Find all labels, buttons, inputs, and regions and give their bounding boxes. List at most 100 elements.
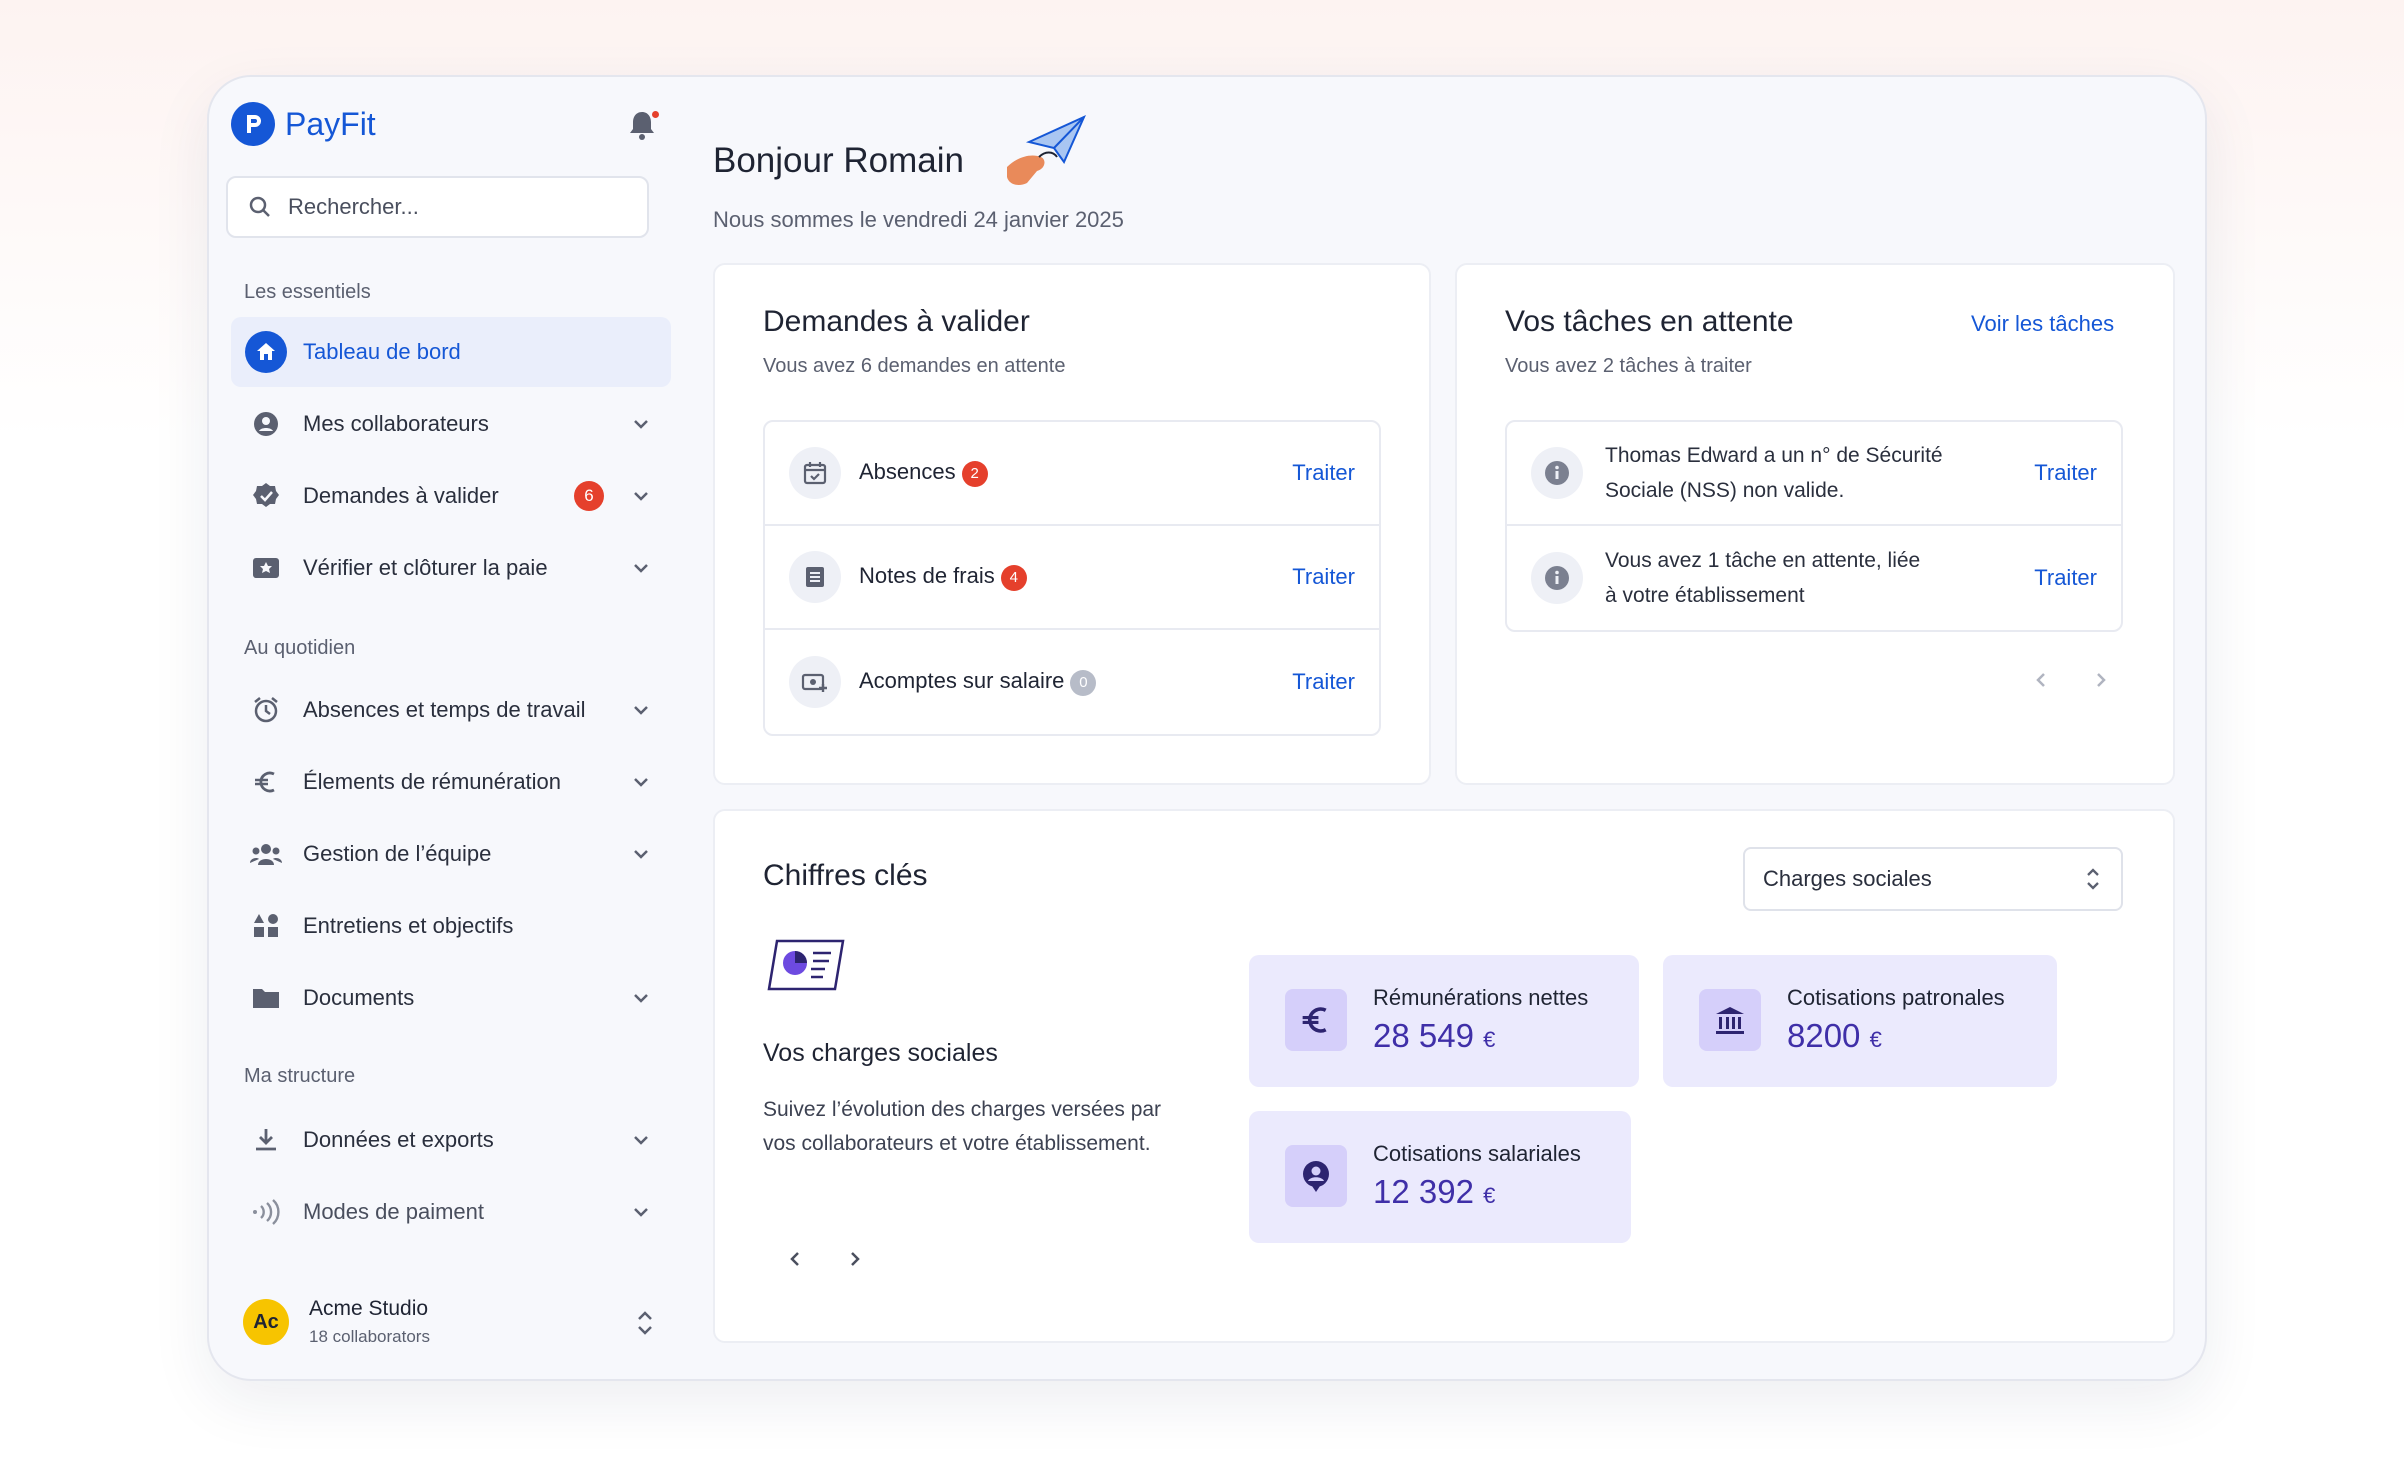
sidebar-item-remuneration[interactable]: Élements de rémunération — [231, 747, 671, 817]
chevron-up-down-icon — [2087, 868, 2099, 890]
view-tasks-link[interactable]: Voir les tâches — [1971, 311, 2114, 337]
kpi-unit: € — [1483, 1183, 1496, 1208]
chevron-down-icon — [634, 994, 648, 1003]
process-expenses-link[interactable]: Traiter — [1292, 564, 1355, 590]
bank-icon — [1699, 989, 1761, 1051]
info-icon — [1531, 447, 1583, 499]
kpi-label: Cotisations patronales — [1787, 985, 2005, 1010]
list-item: Thomas Edward a un n° de Sécurité Social… — [1507, 422, 2121, 526]
folder-icon — [245, 977, 287, 1019]
sidebar-item-exports[interactable]: Données et exports — [231, 1105, 671, 1175]
sidebar-item-label: Vérifier et clôturer la paie — [303, 555, 548, 580]
team-icon — [245, 833, 287, 875]
org-avatar: Ac — [243, 1299, 289, 1345]
tasks-pager — [2031, 670, 2111, 690]
process-advances-link[interactable]: Traiter — [1292, 669, 1355, 695]
kpi-net-remuneration: Rémunérations nettes 28 549 € — [1249, 955, 1639, 1087]
charges-pager — [785, 1249, 865, 1269]
pie-chart-card-icon — [767, 937, 847, 998]
sidebar-item-label: Entretiens et objectifs — [303, 913, 514, 938]
money-plus-icon — [789, 656, 841, 708]
chevron-down-icon — [634, 1208, 648, 1217]
process-absences-link[interactable]: Traiter — [1292, 460, 1355, 486]
kpi-unit: € — [1869, 1027, 1882, 1052]
metric-select[interactable]: Charges sociales — [1743, 847, 2123, 911]
search-box — [226, 176, 649, 238]
org-name: Acme Studio — [309, 1297, 429, 1320]
section-label-structure: Ma structure — [244, 1065, 356, 1087]
logo[interactable]: PayFit — [231, 102, 376, 146]
home-icon — [245, 331, 287, 373]
section-label-daily: Au quotidien — [244, 637, 356, 659]
sidebar-item-dashboard[interactable]: Tableau de bord — [231, 317, 671, 387]
search-input[interactable] — [288, 194, 628, 220]
organization-switcher[interactable]: Ac Acme Studio 18 collaborators — [231, 1287, 671, 1357]
euro-icon — [1285, 989, 1347, 1051]
tasks-title: Vos tâches en attente — [1505, 305, 1794, 338]
chevron-down-icon — [634, 420, 648, 429]
sidebar-item-requests[interactable]: Demandes à valider 6 — [231, 461, 671, 531]
key-figures-card: Chiffres clés Charges sociales Vos charg… — [713, 809, 2175, 1343]
sidebar-item-label: Gestion de l’équipe — [303, 841, 492, 866]
user-badge-icon — [1285, 1145, 1347, 1207]
sidebar-item-absences[interactable]: Absences et temps de travail — [231, 675, 671, 745]
request-count-badge: 0 — [1070, 669, 1097, 696]
app-name: PayFit — [285, 105, 376, 142]
chevron-down-icon — [634, 850, 648, 859]
app-window: PayFit Les essentiels Tableau de bord Me… — [207, 75, 2207, 1381]
process-task-link[interactable]: Traiter — [2034, 460, 2097, 486]
kpi-employer-contributions: Cotisations patronales 8200 € — [1663, 955, 2057, 1087]
list-item: Vous avez 1 tâche en attente, liée à vot… — [1507, 526, 2121, 630]
list-item: Acomptes sur salaire 0 Traiter — [765, 630, 1379, 734]
shapes-icon — [245, 905, 287, 947]
sidebar-item-label: Modes de paiment — [303, 1199, 484, 1224]
sidebar-item-label: Élements de rémunération — [303, 769, 562, 794]
download-icon — [245, 1119, 287, 1161]
sidebar-item-documents[interactable]: Documents — [231, 963, 671, 1033]
tasks-subtitle: Vous avez 2 tâches à traiter — [1505, 355, 1752, 377]
current-date: Nous sommes le vendredi 24 janvier 2025 — [713, 207, 1124, 232]
chevron-right-icon[interactable] — [845, 1249, 865, 1269]
chevron-up-down-icon — [638, 1311, 652, 1335]
sidebar-item-payroll[interactable]: Vérifier et clôturer la paie — [231, 533, 671, 603]
chevron-down-icon — [634, 564, 648, 573]
sidebar-item-label: Demandes à valider — [303, 483, 499, 508]
key-figures-title: Chiffres clés — [763, 859, 928, 892]
sidebar-item-payment-modes[interactable]: Modes de paiment — [231, 1177, 671, 1247]
kpi-label: Cotisations salariales — [1373, 1141, 1581, 1166]
sidebar-item-label: Données et exports — [303, 1127, 494, 1152]
request-count-badge: 2 — [961, 460, 988, 487]
page-title: Bonjour Romain — [713, 141, 964, 180]
chevron-down-icon — [634, 492, 648, 501]
section-label-essentials: Les essentiels — [244, 281, 371, 303]
star-ticket-icon — [245, 547, 287, 589]
search-icon — [249, 196, 270, 217]
payfit-logo-icon — [231, 102, 275, 146]
list-item: Notes de frais 4 Traiter — [765, 526, 1379, 630]
requests-title: Demandes à valider — [763, 305, 1030, 338]
sidebar-item-label: Tableau de bord — [303, 339, 461, 364]
sidebar-item-reviews[interactable]: Entretiens et objectifs — [231, 891, 671, 961]
tasks-card: Vos tâches en attente Voir les tâches Vo… — [1455, 263, 2175, 785]
user-circle-icon — [245, 403, 287, 445]
request-label: Acomptes sur salaire — [859, 668, 1065, 694]
sidebar-item-collaborators[interactable]: Mes collaborateurs — [231, 389, 671, 459]
charges-heading: Vos charges sociales — [763, 1039, 998, 1067]
requests-subtitle: Vous avez 6 demandes en attente — [763, 355, 1066, 377]
chevron-down-icon — [634, 1136, 648, 1145]
kpi-value: 12 392 — [1373, 1173, 1474, 1210]
chevron-left-icon[interactable] — [785, 1249, 805, 1269]
kpi-value: 28 549 — [1373, 1017, 1474, 1054]
notifications-button[interactable] — [627, 109, 661, 143]
org-collaborators: 18 collaborators — [309, 1327, 430, 1346]
chevron-left-icon[interactable] — [2031, 670, 2051, 690]
receipt-icon — [789, 551, 841, 603]
alarm-clock-icon — [245, 689, 287, 731]
notification-dot — [650, 109, 661, 120]
sidebar-item-team[interactable]: Gestion de l’équipe — [231, 819, 671, 889]
list-item: Absences 2 Traiter — [765, 422, 1379, 526]
chevron-right-icon[interactable] — [2091, 670, 2111, 690]
calendar-check-icon — [789, 447, 841, 499]
request-label: Absences — [859, 459, 956, 485]
process-task-link[interactable]: Traiter — [2034, 565, 2097, 591]
